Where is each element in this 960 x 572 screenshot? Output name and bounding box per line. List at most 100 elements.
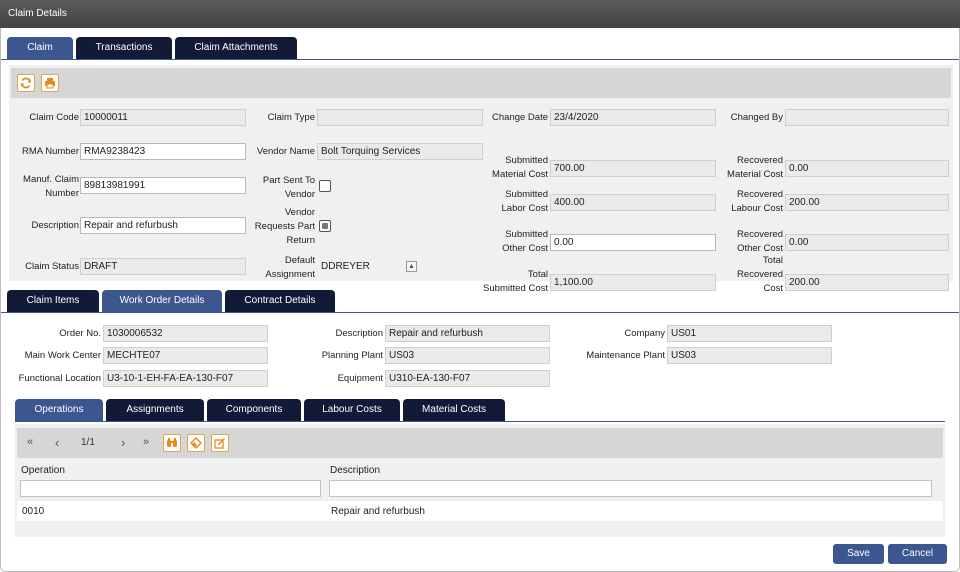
manuf-claim-number-input[interactable]: 89813981991 — [80, 177, 246, 194]
change-date-label: Change Date — [492, 112, 548, 123]
description-cell: Repair and refurbush — [331, 506, 425, 517]
part-sent-label-line2: Vendor — [284, 189, 315, 200]
vendor-name-label: Vendor Name — [256, 146, 315, 157]
last-page-button[interactable]: » — [143, 436, 149, 448]
claim-panel: Claim Code 10000011 RMA Number RMA923842… — [9, 65, 953, 294]
total-recovered-cost-field: 200.00 — [785, 274, 949, 291]
prev-page-button[interactable]: ‹ — [55, 435, 59, 450]
submitted-labor-label-line2: Labor Cost — [501, 203, 548, 214]
default-assignment-field: DDREYER — [321, 261, 370, 272]
table-row[interactable]: 0010 Repair and refurbush — [17, 501, 943, 521]
submitted-labor-cost-field: 400.00 — [550, 194, 716, 211]
assignment-lookup-button[interactable]: ▲ — [406, 261, 417, 272]
manuf-claim-number-label-line1: Manuf. Claim — [23, 174, 79, 185]
claim-type-field — [317, 109, 483, 126]
order-no-field: 1030006532 — [103, 325, 268, 342]
planning-plant-label: Planning Plant — [321, 350, 383, 361]
description-column-header[interactable]: Description — [330, 465, 380, 476]
description-filter-input[interactable] — [329, 480, 932, 497]
sub-tabs: Claim Items Work Order Details Contract … — [7, 290, 335, 312]
manuf-claim-number-label: Manuf. Claim Number — [11, 173, 79, 201]
default-assignment-label-line1: Default — [284, 255, 315, 266]
planning-plant-field: US03 — [385, 347, 550, 364]
refresh-button[interactable] — [17, 74, 35, 92]
part-sent-to-vendor-label: Part Sent To Vendor — [249, 174, 315, 202]
operations-panel: « ‹ 1/1 › » Operation Description 0010 R… — [15, 424, 945, 537]
vendor-requests-part-return-checkbox[interactable] — [319, 220, 331, 232]
vendor-requests-label-line1: Vendor — [284, 207, 315, 218]
manuf-claim-number-label-line2: Number — [45, 188, 79, 199]
cancel-button[interactable]: Cancel — [888, 544, 947, 564]
save-button[interactable]: Save — [833, 544, 884, 564]
submitted-labor-cost-label: Submitted Labor Cost — [483, 188, 548, 216]
recovered-labour-cost-field: 200.00 — [785, 194, 949, 211]
change-date-field: 23/4/2020 — [550, 109, 716, 126]
tab-divider — [1, 59, 959, 60]
inner-tab-divider — [15, 421, 945, 422]
total-recovered-label-line1: Total — [762, 255, 783, 266]
recovered-labour-cost-label: Recovered Labour Cost — [715, 188, 783, 216]
main-work-center-label: Main Work Center — [24, 350, 101, 361]
changed-by-field — [785, 109, 949, 126]
recovered-labour-label-line1: Recovered — [737, 189, 783, 200]
description-label: Description — [31, 220, 79, 231]
equipment-label: Equipment — [337, 373, 383, 384]
claim-toolbar — [11, 68, 951, 98]
vendor-name-field: Bolt Torquing Services — [317, 143, 483, 160]
tab-work-order-details[interactable]: Work Order Details — [102, 290, 222, 312]
vendor-requests-label-line2: Requests Part — [254, 221, 315, 232]
functional-location-label: Functional Location — [18, 373, 101, 384]
binoculars-icon — [167, 438, 177, 447]
recovered-material-label-line2: Material Cost — [727, 169, 783, 180]
tab-claim-items[interactable]: Claim Items — [7, 290, 99, 312]
sub-tab-divider — [1, 312, 959, 313]
edit-icon — [214, 438, 225, 449]
tab-assignments[interactable]: Assignments — [106, 399, 204, 421]
tab-labour-costs[interactable]: Labour Costs — [304, 399, 400, 421]
first-page-button[interactable]: « — [27, 436, 33, 448]
recovered-other-cost-field: 0.00 — [785, 234, 949, 251]
total-submitted-cost-label: Total Submitted Cost — [483, 268, 548, 296]
company-label: Company — [624, 328, 665, 339]
print-button[interactable] — [41, 74, 59, 92]
chevron-up-icon: ▲ — [408, 263, 415, 270]
clear-filter-button[interactable] — [187, 434, 205, 452]
claim-code-field: 10000011 — [80, 109, 246, 126]
next-page-button[interactable]: › — [121, 435, 125, 450]
tab-contract-details[interactable]: Contract Details — [225, 290, 335, 312]
claim-type-label: Claim Type — [267, 112, 315, 123]
recovered-material-cost-field: 0.00 — [785, 160, 949, 177]
claim-status-field: DRAFT — [80, 258, 246, 275]
operation-cell: 0010 — [22, 506, 45, 517]
tab-transactions[interactable]: Transactions — [76, 37, 172, 59]
tab-claim[interactable]: Claim — [7, 37, 73, 59]
recovered-other-cost-label: Recovered Other Cost — [715, 228, 783, 256]
tab-components[interactable]: Components — [207, 399, 301, 421]
submitted-material-cost-label: Submitted Material Cost — [483, 154, 548, 182]
tab-claim-attachments[interactable]: Claim Attachments — [175, 37, 297, 59]
operation-filter-input[interactable] — [20, 480, 321, 497]
tab-operations[interactable]: Operations — [15, 399, 103, 421]
recovered-other-label-line1: Recovered — [737, 229, 783, 240]
maintenance-plant-field: US03 — [667, 347, 832, 364]
tab-material-costs[interactable]: Material Costs — [403, 399, 505, 421]
rma-number-label: RMA Number — [21, 146, 79, 157]
eraser-icon — [190, 437, 202, 449]
submitted-material-cost-field: 700.00 — [550, 160, 716, 177]
main-tabs: Claim Transactions Claim Attachments — [7, 37, 297, 59]
vendor-requests-label-line3: Return — [286, 235, 315, 246]
edit-button[interactable] — [211, 434, 229, 452]
find-button[interactable] — [163, 434, 181, 452]
part-sent-to-vendor-checkbox[interactable] — [319, 180, 331, 192]
part-sent-label-line1: Part Sent To — [262, 175, 315, 186]
total-submitted-cost-field: 1,100.00 — [550, 274, 716, 291]
submitted-material-label-line1: Submitted — [505, 155, 548, 166]
wo-description-label: Description — [335, 328, 383, 339]
claim-code-label: Claim Code — [29, 112, 79, 123]
print-icon — [45, 78, 55, 89]
operation-column-header[interactable]: Operation — [21, 465, 65, 476]
description-input[interactable]: Repair and refurbush — [80, 217, 246, 234]
claim-status-label: Claim Status — [25, 261, 79, 272]
submitted-other-cost-input[interactable]: 0.00 — [550, 234, 716, 251]
rma-number-input[interactable]: RMA9238423 — [80, 143, 246, 160]
